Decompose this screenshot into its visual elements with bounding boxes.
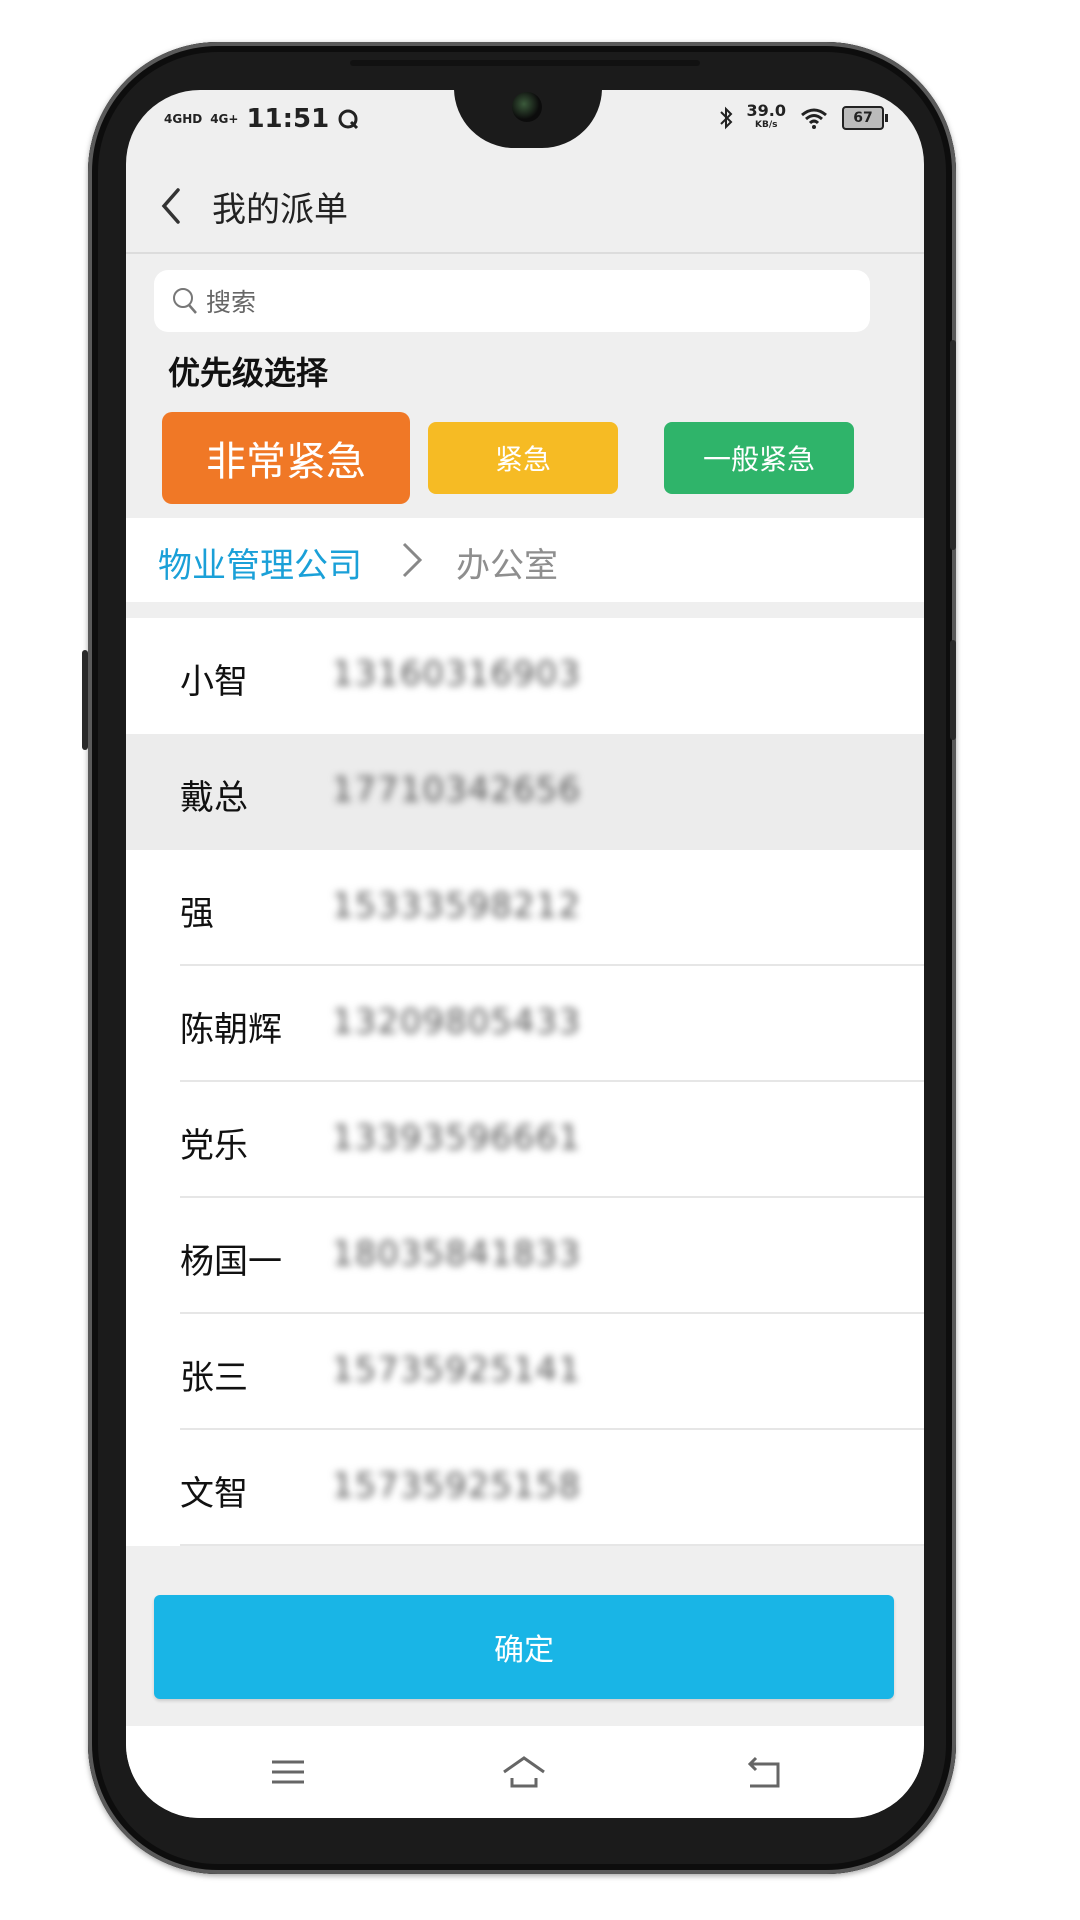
battery-icon: 67 xyxy=(842,106,888,130)
contact-name: 文智 xyxy=(180,1474,248,1514)
contact-name: 党乐 xyxy=(180,1126,248,1166)
network-indicator-2: 4G+ xyxy=(210,112,239,126)
power-button xyxy=(950,640,956,740)
network-speed: 39.0 KB/s xyxy=(746,101,786,131)
screen: 4GHD 4G+ 11:51 39.0KB/s 67 我的派单 优先级选择 非常… xyxy=(126,90,924,1818)
earpiece-speaker xyxy=(350,60,700,66)
menu-icon[interactable] xyxy=(264,1752,312,1792)
clock: 11:51 xyxy=(246,104,330,134)
list-item[interactable]: 戴总 17710342656 xyxy=(126,734,924,850)
contact-name: 强 xyxy=(180,894,214,934)
divider xyxy=(180,1544,924,1546)
side-key xyxy=(82,650,88,750)
priority-urgent-button[interactable]: 紧急 xyxy=(428,422,618,494)
system-nav-bar xyxy=(126,1726,924,1818)
page-title: 我的派单 xyxy=(212,190,348,230)
bluetooth-icon xyxy=(719,106,732,130)
contact-name: 小智 xyxy=(180,662,248,702)
chevron-right-icon xyxy=(402,542,423,578)
contact-name: 戴总 xyxy=(180,778,248,818)
home-icon[interactable] xyxy=(500,1752,548,1792)
priority-very-urgent-button[interactable]: 非常紧急 xyxy=(162,412,410,504)
network-indicator-1: 4GHD xyxy=(164,112,203,126)
contact-phone: 13209805433 xyxy=(332,1002,581,1042)
priority-normal-button[interactable]: 一般紧急 xyxy=(664,422,854,494)
front-camera xyxy=(512,92,542,122)
list-item[interactable]: 党乐 13393596661 xyxy=(126,1082,924,1198)
contact-phone: 13160316903 xyxy=(332,654,581,694)
list-item[interactable]: 张三 15735925141 xyxy=(126,1314,924,1430)
breadcrumb-company[interactable]: 物业管理公司 xyxy=(158,538,362,587)
contact-phone: 17710342656 xyxy=(332,770,581,810)
list-item[interactable]: 杨国一 18035841833 xyxy=(126,1198,924,1314)
list-item[interactable]: 小智 13160316903 xyxy=(126,618,924,734)
contact-name: 杨国一 xyxy=(180,1242,282,1282)
contact-phone: 15735925141 xyxy=(332,1350,581,1390)
contact-name: 陈朝辉 xyxy=(180,1010,282,1050)
contact-phone: 13393596661 xyxy=(332,1118,581,1158)
breadcrumb-department: 办公室 xyxy=(456,546,558,586)
priority-label: 优先级选择 xyxy=(168,354,329,392)
search-input[interactable] xyxy=(204,282,848,322)
contact-name: 张三 xyxy=(180,1358,248,1398)
contact-phone: 18035841833 xyxy=(332,1234,581,1274)
contact-phone: 15735925158 xyxy=(332,1466,581,1506)
wifi-icon xyxy=(801,108,827,129)
app-header: 我的派单 xyxy=(126,160,924,254)
back-icon[interactable] xyxy=(740,1752,788,1792)
list-item[interactable]: 陈朝辉 13209805433 xyxy=(126,966,924,1082)
volume-button xyxy=(950,340,956,550)
list-item[interactable]: 强 15333598212 xyxy=(126,850,924,966)
list-item[interactable]: 文智 15735925158 xyxy=(126,1430,924,1546)
sync-icon xyxy=(338,109,359,130)
confirm-button[interactable]: 确定 xyxy=(154,1595,894,1699)
contact-phone: 15333598212 xyxy=(332,886,581,926)
back-arrow-icon[interactable] xyxy=(152,184,192,228)
search-bar[interactable] xyxy=(154,270,870,332)
contact-list: 小智 13160316903 戴总 17710342656 强 15333598… xyxy=(126,618,924,1546)
search-icon xyxy=(173,288,197,314)
breadcrumb: 物业管理公司 办公室 xyxy=(126,518,924,602)
